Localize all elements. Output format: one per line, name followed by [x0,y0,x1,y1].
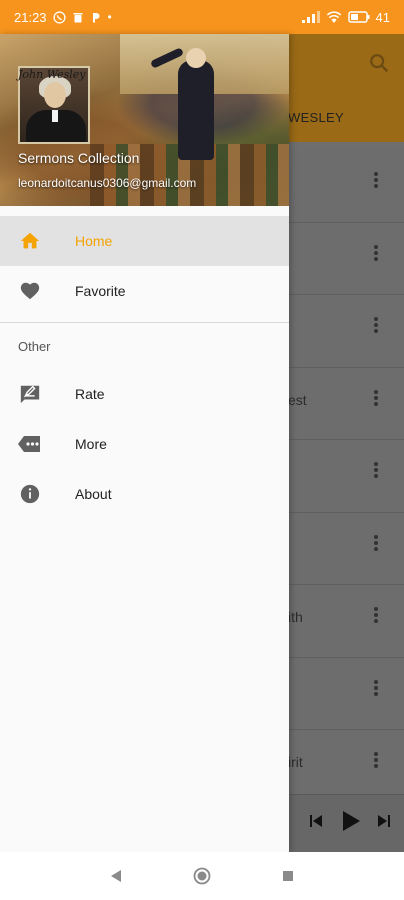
info-icon [18,482,42,506]
list-item[interactable] [288,150,404,223]
sermon-list: est ith irit [288,150,404,803]
list-item[interactable] [288,222,404,295]
heart-icon [18,279,42,303]
list-item-title: ith [288,609,303,625]
more-vert-icon[interactable] [374,317,378,333]
recents-icon[interactable] [281,869,295,883]
menu-item-more[interactable]: More [0,419,289,469]
next-icon[interactable] [376,813,392,829]
portrait-signature: John Wesley [18,68,86,81]
list-item-title: est [288,391,307,408]
rate-icon [18,382,42,406]
more-vert-icon[interactable] [374,389,378,406]
menu-item-label: Favorite [75,283,126,299]
menu-item-label: More [75,436,107,452]
more-vert-icon[interactable] [374,679,378,696]
more-icon [18,432,42,456]
list-item[interactable]: ith [288,585,404,658]
wifi-icon [326,11,341,23]
whatsapp-icon [52,10,66,24]
more-vert-icon[interactable] [374,607,378,623]
list-item[interactable]: irit [288,730,404,803]
list-item-title: irit [288,754,303,770]
battery-icon [347,11,370,23]
list-item[interactable]: est [288,367,404,440]
menu-item-about[interactable]: About [0,469,289,519]
home-button-icon[interactable] [193,867,211,885]
trash-icon [73,12,83,22]
menu-item-label: Home [75,233,113,249]
navigation-drawer: John Wesley Sermons Collection leonardoi… [0,34,289,852]
previous-icon[interactable] [308,813,324,829]
back-icon[interactable] [109,869,123,883]
app-title: WESLEY [288,110,344,125]
list-item[interactable] [288,295,404,368]
status-bar: 21:23 • 41 [0,0,404,34]
menu-item-rate[interactable]: Rate [0,369,289,419]
menu-item-label: Rate [75,386,105,402]
menu-item-label: About [75,486,112,502]
more-vert-icon[interactable] [374,244,378,261]
header-email: leonardoitcanus0306@gmail.com [18,176,197,190]
more-vert-icon[interactable] [374,462,378,478]
drawer-menu: Home Favorite Other Rate More About [0,216,289,519]
system-nav-bar [0,852,404,900]
mini-player [288,794,404,852]
drawer-header: John Wesley Sermons Collection leonardoi… [0,34,289,206]
parking-icon [92,12,100,22]
list-item[interactable] [288,440,404,513]
list-item[interactable] [288,512,404,585]
home-icon [18,229,42,253]
more-vert-icon[interactable] [374,172,378,188]
notification-dot-icon: • [107,10,112,24]
play-icon[interactable] [340,809,362,833]
section-label-other: Other [18,338,51,354]
battery-level: 41 [375,9,390,25]
status-time: 21:23 [14,9,47,25]
more-vert-icon[interactable] [374,534,378,551]
signal-icon [301,11,320,23]
menu-item-home[interactable]: Home [0,216,289,266]
more-vert-icon[interactable] [374,752,378,768]
search-icon[interactable] [368,52,390,74]
menu-item-favorite[interactable]: Favorite [0,266,289,316]
header-title: Sermons Collection [18,150,140,166]
list-item[interactable] [288,657,404,730]
